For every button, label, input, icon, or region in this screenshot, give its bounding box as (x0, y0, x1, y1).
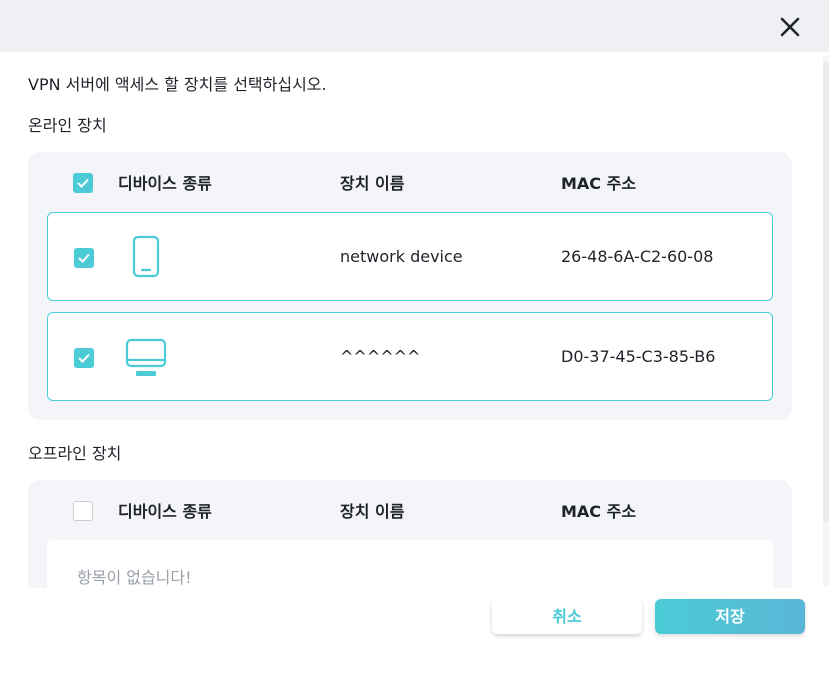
empty-state-text: 항목이 없습니다! (77, 568, 192, 587)
device-name: network device (340, 247, 463, 266)
online-select-all-checkbox[interactable] (73, 173, 93, 193)
column-device-name: 장치 이름 (340, 502, 405, 521)
device-checkbox[interactable] (74, 348, 94, 368)
column-mac-address: MAC 주소 (561, 174, 637, 193)
device-checkbox[interactable] (74, 248, 94, 268)
online-devices-table: 디바이스 종류 장치 이름 MAC 주소 network device 26-4… (28, 152, 792, 420)
save-button[interactable]: 저장 (655, 599, 805, 634)
dialog-footer: 취소 저장 (0, 588, 829, 676)
online-table-header: 디바이스 종류 장치 이름 MAC 주소 (28, 152, 792, 210)
close-button[interactable] (776, 13, 804, 41)
offline-select-all-checkbox[interactable] (73, 501, 93, 521)
online-devices-label: 온라인 장치 (28, 116, 107, 135)
device-row[interactable]: network device 26-48-6A-C2-60-08 (47, 212, 773, 301)
monitor-icon (124, 335, 168, 379)
device-name: ^^^^^^ (340, 347, 421, 366)
column-device-name: 장치 이름 (340, 174, 405, 193)
close-icon[interactable] (776, 13, 804, 41)
device-row[interactable]: ^^^^^^ D0-37-45-C3-85-B6 (47, 312, 773, 401)
dialog-body[interactable]: VPN 서버에 액세스 할 장치를 선택하십시오. 온라인 장치 디바이스 종류… (0, 52, 829, 588)
device-mac: D0-37-45-C3-85-B6 (561, 347, 716, 366)
check-icon (78, 353, 90, 363)
column-mac-address: MAC 주소 (561, 502, 637, 521)
dialog-header (0, 0, 829, 52)
check-icon (78, 253, 90, 263)
scrollbar-thumb[interactable] (823, 62, 829, 522)
instruction-text: VPN 서버에 액세스 할 장치를 선택하십시오. (28, 75, 327, 94)
offline-table-header: 디바이스 종류 장치 이름 MAC 주소 (28, 480, 792, 538)
cancel-button[interactable]: 취소 (492, 599, 642, 634)
offline-devices-table: 디바이스 종류 장치 이름 MAC 주소 항목이 없습니다! (28, 480, 792, 588)
column-device-type: 디바이스 종류 (118, 502, 212, 521)
empty-state: 항목이 없습니다! (47, 540, 773, 588)
phone-icon (124, 235, 168, 279)
column-device-type: 디바이스 종류 (118, 174, 212, 193)
device-mac: 26-48-6A-C2-60-08 (561, 247, 714, 266)
offline-devices-label: 오프라인 장치 (28, 444, 122, 463)
check-icon (77, 178, 89, 188)
